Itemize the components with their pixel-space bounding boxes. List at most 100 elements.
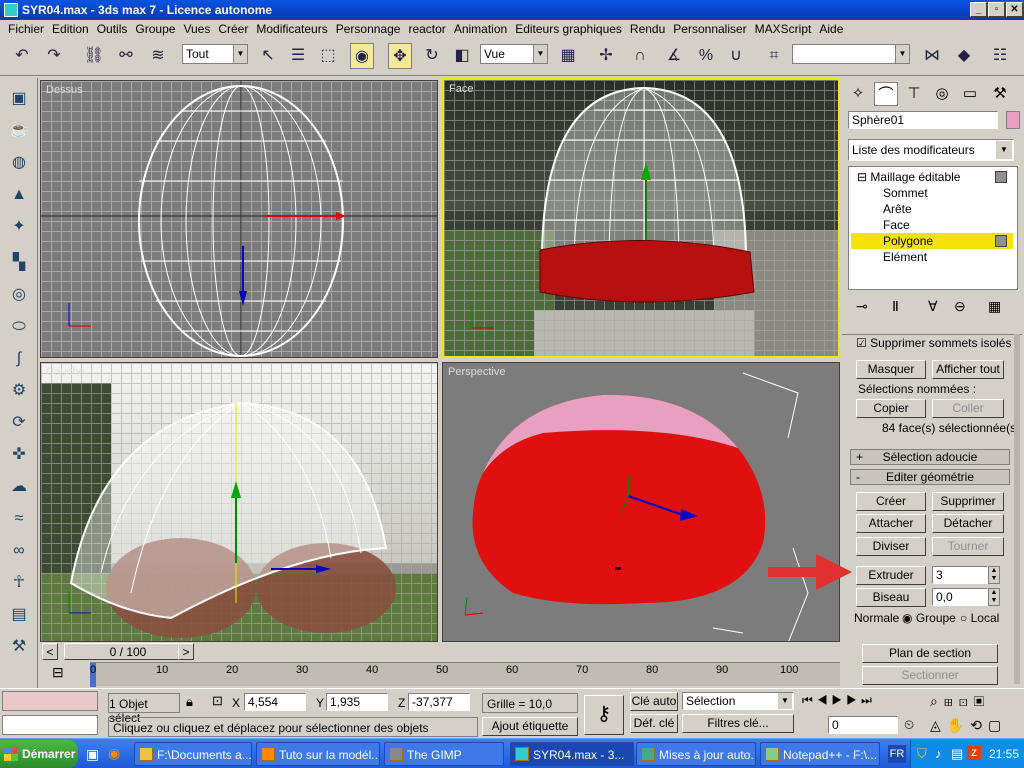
undo-icon[interactable]: ↶ bbox=[10, 43, 34, 69]
window-crossing-icon[interactable]: ◉ bbox=[350, 43, 374, 69]
panel-scrollbar[interactable] bbox=[1014, 334, 1020, 684]
spinner-snap-icon[interactable]: ∪ bbox=[724, 43, 748, 69]
configure-modifiers-icon[interactable]: ▦ bbox=[988, 298, 1001, 315]
stack-item-face[interactable]: Face bbox=[883, 218, 910, 232]
key-filters-button[interactable]: Filtres clé... bbox=[682, 714, 794, 733]
x-coord-field[interactable]: 4,554 bbox=[244, 693, 306, 711]
menu-creer[interactable]: Créer bbox=[214, 22, 252, 36]
next-frame-icon[interactable]: ▶ bbox=[846, 693, 861, 707]
slice-button[interactable]: Sectionner bbox=[862, 666, 998, 685]
stack-item-polygone[interactable]: Polygone bbox=[883, 234, 933, 248]
menu-rendu[interactable]: Rendu bbox=[626, 22, 669, 36]
star-icon[interactable]: ✦ bbox=[8, 216, 30, 238]
maximize-button[interactable]: ▫ bbox=[988, 2, 1005, 17]
orbit-icon[interactable]: ⟲ bbox=[970, 717, 988, 733]
viewport-label-perspective[interactable]: Perspective bbox=[448, 366, 505, 378]
move-icon[interactable]: ✥ bbox=[388, 43, 412, 69]
cylinder-icon[interactable]: ⬭ bbox=[8, 316, 30, 338]
object-name-field[interactable]: Sphère01 bbox=[848, 111, 998, 129]
cone-icon[interactable]: ▲ bbox=[8, 184, 30, 206]
tools-icon[interactable]: ⚒ bbox=[8, 636, 30, 658]
menu-maxscript[interactable]: MAXScript bbox=[751, 22, 816, 36]
minimize-button[interactable]: _ bbox=[970, 2, 987, 17]
reference-coord-dropdown[interactable]: Vue ▼ bbox=[480, 44, 548, 64]
task-tuto[interactable]: Tuto sur la modél... bbox=[256, 742, 380, 766]
prev-frame-icon[interactable]: ◀ bbox=[817, 693, 832, 707]
task-updates[interactable]: Mises à jour auto... bbox=[636, 742, 756, 766]
edit-named-selection-icon[interactable]: ⌗ bbox=[762, 43, 786, 69]
torus-icon[interactable]: ◎ bbox=[8, 284, 30, 306]
menu-vues[interactable]: Vues bbox=[179, 22, 214, 36]
select-by-name-icon[interactable]: ☰ bbox=[286, 43, 310, 69]
time-slider-thumb[interactable]: 0 / 100 bbox=[64, 643, 192, 660]
region-select-icon[interactable]: ⬚ bbox=[316, 43, 340, 69]
bones-icon[interactable]: ✜ bbox=[8, 444, 30, 466]
viewport-label-front[interactable]: Face bbox=[449, 83, 473, 95]
menu-editeurs-graphiques[interactable]: Editeurs graphiques bbox=[511, 22, 626, 36]
auto-key-button[interactable]: Clé auto bbox=[630, 692, 678, 711]
network-icon[interactable]: ▤ bbox=[951, 746, 963, 762]
track-bar[interactable]: ⊟ 0 10 20 30 40 50 60 70 80 90 100 bbox=[40, 662, 840, 688]
task-documents[interactable]: F:\Documents a... bbox=[134, 742, 252, 766]
teapot-icon[interactable]: ☕ bbox=[8, 120, 30, 142]
menu-outils[interactable]: Outils bbox=[93, 22, 132, 36]
ignore-isolated-checkbox[interactable]: ☑ Supprimer sommets isolés bbox=[856, 336, 1011, 350]
zoom-extents-icon[interactable]: ⊡ bbox=[959, 693, 974, 709]
maxscript-input[interactable] bbox=[2, 715, 98, 735]
go-to-end-icon[interactable]: ⏭ bbox=[861, 693, 876, 707]
zoom-icon[interactable]: ⌕ bbox=[930, 693, 944, 709]
key-mode-dropdown[interactable]: Sélection ▼ bbox=[682, 692, 794, 710]
viewport-perspective[interactable]: Perspective bbox=[442, 362, 840, 642]
manipulate-icon[interactable]: ✢ bbox=[594, 43, 618, 69]
task-3dsmax[interactable]: SYR04.max - 3... bbox=[510, 742, 634, 766]
group-radio[interactable]: ◉ Groupe bbox=[902, 611, 956, 625]
object-color-swatch[interactable] bbox=[1006, 111, 1020, 129]
play-icon[interactable]: ▶ bbox=[832, 693, 847, 707]
detach-button[interactable]: Détacher bbox=[932, 514, 1004, 533]
cloth-icon[interactable]: ☁ bbox=[8, 476, 30, 498]
layers-icon[interactable]: ☷ bbox=[988, 43, 1012, 69]
close-button[interactable]: ✕ bbox=[1006, 2, 1023, 17]
viewport-left[interactable]: Gauche bbox=[40, 362, 438, 642]
pivot-icon[interactable]: ▦ bbox=[556, 43, 580, 69]
app-tray-icon[interactable]: Z bbox=[967, 746, 981, 760]
time-slider-prev-button[interactable]: < bbox=[42, 643, 58, 660]
set-key-icon[interactable]: ⚷ bbox=[584, 695, 624, 735]
make-unique-icon[interactable]: ∀ bbox=[928, 298, 938, 315]
z-coord-field[interactable]: -37,377 bbox=[408, 693, 470, 711]
firefox-icon[interactable]: ◉ bbox=[108, 745, 120, 762]
bevel-spinner[interactable]: ▲ ▼ bbox=[988, 588, 1000, 606]
extrude-spinner[interactable]: ▲ ▼ bbox=[988, 566, 1000, 584]
task-gimp[interactable]: The GIMP bbox=[384, 742, 504, 766]
stack-item-editable-mesh[interactable]: ⊟ Maillage éditable bbox=[857, 170, 960, 184]
menu-aide[interactable]: Aide bbox=[815, 22, 847, 36]
bevel-button[interactable]: Biseau bbox=[856, 588, 926, 607]
language-indicator[interactable]: FR bbox=[888, 745, 906, 763]
task-notepad[interactable]: Notepad++ - F:\... bbox=[760, 742, 880, 766]
turn-button[interactable]: Tourner bbox=[932, 537, 1004, 556]
display-tab-icon[interactable]: ▭ bbox=[958, 82, 982, 106]
absolute-mode-icon[interactable]: ⊡ bbox=[212, 693, 223, 709]
knot-icon[interactable]: ∞ bbox=[8, 540, 30, 562]
select-icon[interactable]: ↖ bbox=[256, 43, 280, 69]
bevel-amount-field[interactable]: 0,0 bbox=[932, 588, 988, 606]
unlink-icon[interactable]: ⚯ bbox=[114, 43, 138, 69]
menu-animation[interactable]: Animation bbox=[450, 22, 511, 36]
cube-icon[interactable]: ▣ bbox=[8, 88, 30, 110]
time-config-icon[interactable]: ⏲ bbox=[904, 717, 914, 733]
field-of-view-icon[interactable]: ◬ bbox=[930, 717, 947, 733]
viewport-label-left[interactable]: Gauche bbox=[46, 366, 85, 378]
named-selection-dropdown[interactable]: ▼ bbox=[792, 44, 910, 64]
box-icon[interactable]: ▤ bbox=[8, 604, 30, 626]
soft-selection-rollout[interactable]: + Sélection adoucie bbox=[850, 449, 1010, 465]
maxscript-listener-mini[interactable] bbox=[2, 691, 98, 711]
menu-groupe[interactable]: Groupe bbox=[131, 22, 179, 36]
snap-icon[interactable]: ∩ bbox=[628, 43, 652, 69]
create-button[interactable]: Créer bbox=[856, 492, 926, 511]
rotate-icon[interactable]: ↻ bbox=[420, 43, 444, 69]
menu-personnaliser[interactable]: Personnaliser bbox=[669, 22, 750, 36]
paste-button[interactable]: Coller bbox=[932, 399, 1004, 418]
divide-button[interactable]: Diviser bbox=[856, 537, 926, 556]
current-frame-field[interactable]: 0 bbox=[828, 716, 898, 734]
link-icon[interactable]: ⛓ bbox=[82, 43, 106, 69]
